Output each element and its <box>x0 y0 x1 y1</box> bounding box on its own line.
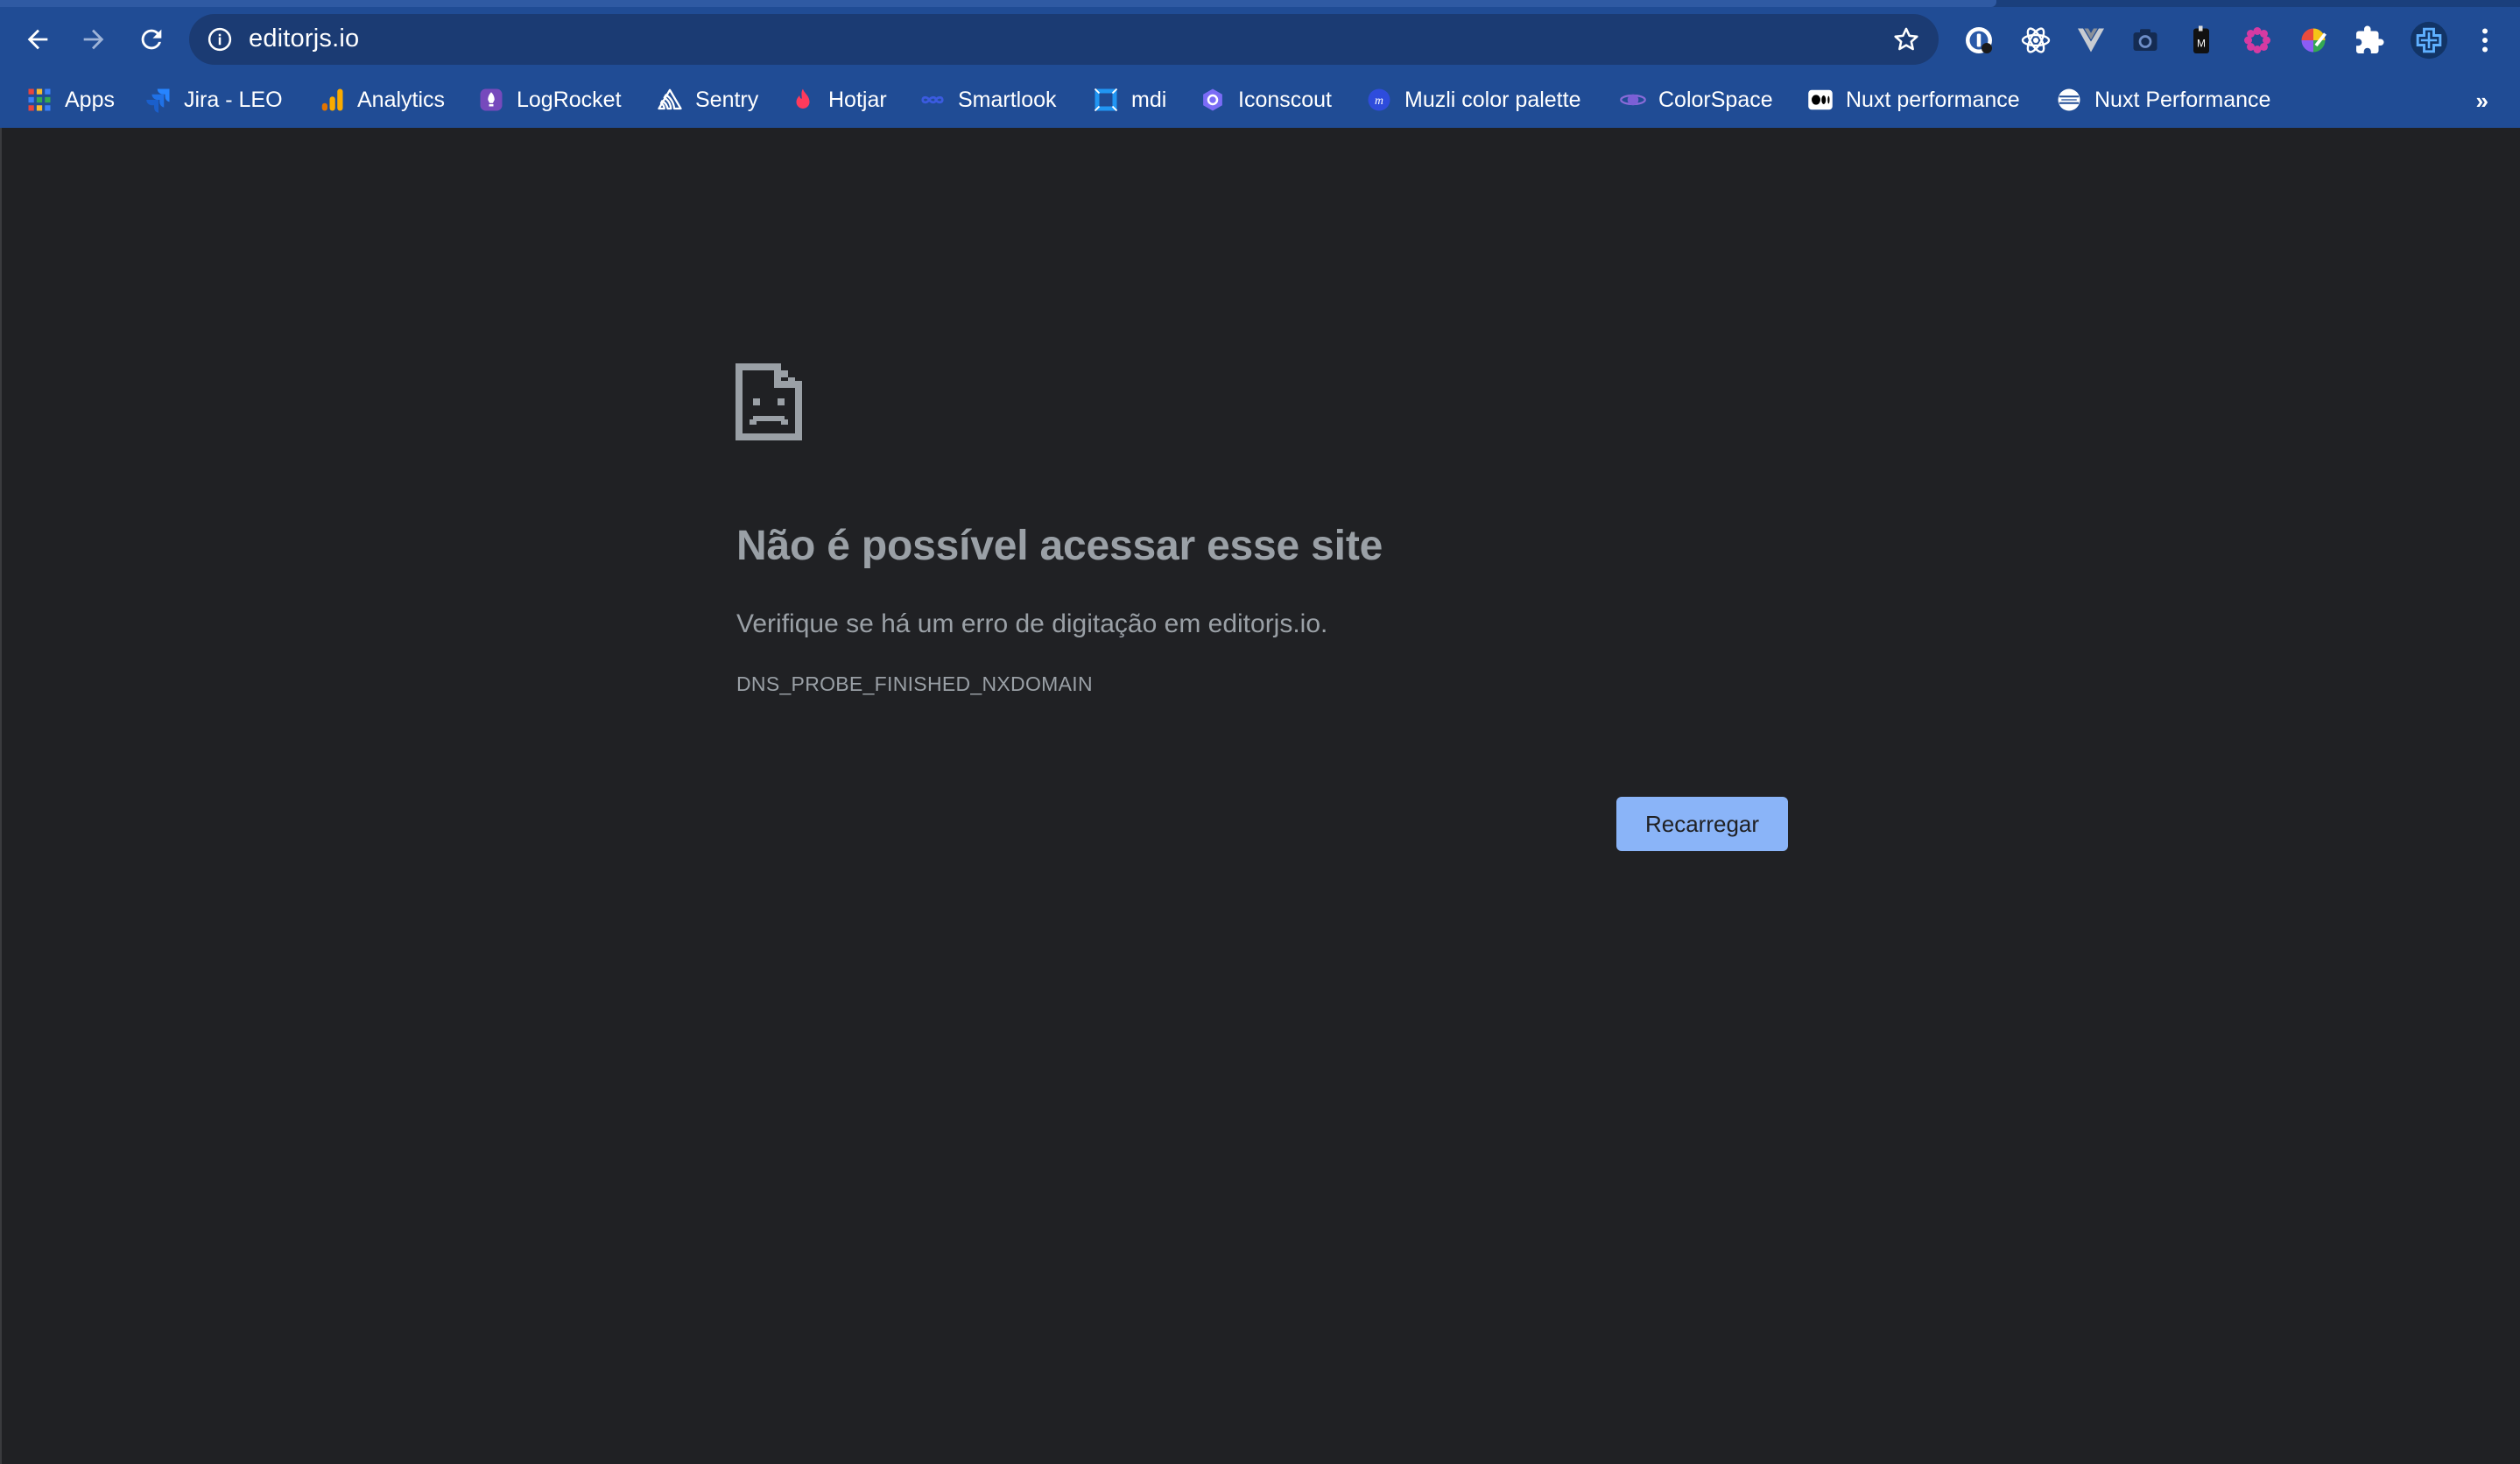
bookmark-label: ColorSpace <box>1658 87 1773 112</box>
bookmark-mdi[interactable]: mdi <box>1093 81 1166 119</box>
svg-text:m: m <box>1375 94 1383 107</box>
iconscout-icon <box>1200 87 1226 113</box>
1password-icon[interactable] <box>1961 23 1996 58</box>
globe-icon <box>2056 87 2082 113</box>
profile-icon[interactable] <box>2408 19 2450 61</box>
error-code: DNS_PROBE_FINISHED_NXDOMAIN <box>736 672 1093 695</box>
url-text[interactable]: editorjs.io <box>249 25 359 53</box>
sentry-icon <box>657 87 683 113</box>
bookmark-label: Analytics <box>357 87 446 112</box>
bookmarks-overflow-button[interactable]: » <box>2476 88 2488 115</box>
medium-icon <box>1807 87 1834 113</box>
bookmark-nuxt-performance-medium[interactable]: Nuxt performance <box>1807 81 2020 119</box>
mdi-icon <box>1093 87 1119 113</box>
vue-icon[interactable] <box>2073 23 2108 58</box>
bookmark-label: Hotjar <box>828 87 887 112</box>
reload-button[interactable] <box>130 18 173 61</box>
bookmark-sentry[interactable]: Sentry <box>657 81 758 119</box>
bookmark-star-icon[interactable] <box>1891 25 1921 54</box>
browser-toolbar: editorjs.io M <box>0 7 2520 72</box>
bookmark-apps[interactable]: Apps <box>26 81 115 119</box>
logrocket-icon <box>478 87 504 113</box>
color-picker-icon[interactable] <box>2296 23 2331 58</box>
bookmark-logrocket[interactable]: LogRocket <box>478 81 622 119</box>
bookmark-muzli[interactable]: m Muzli color palette <box>1366 81 1580 119</box>
analytics-icon <box>319 87 345 113</box>
hotjar-icon <box>790 87 816 113</box>
forward-arrow-icon <box>83 29 104 50</box>
bookmark-label: Iconscout <box>1238 87 1333 112</box>
bookmark-label: Jira - LEO <box>184 87 283 112</box>
bookmark-analytics[interactable]: Analytics <box>319 81 445 119</box>
apps-grid-icon <box>26 87 53 113</box>
smartlook-icon <box>919 87 946 113</box>
bookmarks-bar: Apps Jira - LEO Analytics LogRocket Sent… <box>0 72 2520 128</box>
back-arrow-icon <box>27 29 48 50</box>
bookmark-nuxt-performance-globe[interactable]: Nuxt Performance <box>2056 81 2270 119</box>
bookmark-smartlook[interactable]: Smartlook <box>919 81 1057 119</box>
sad-document-icon <box>736 363 802 440</box>
tab-strip <box>0 0 2520 7</box>
puzzle-icon[interactable] <box>2352 23 2387 58</box>
screenshot-icon[interactable] <box>2128 23 2163 58</box>
bookmark-label: LogRocket <box>517 87 622 112</box>
kebab-menu-icon[interactable] <box>2467 23 2502 58</box>
error-subtitle: Verifique se há um erro de digitação em … <box>736 609 1328 638</box>
muzli-icon: m <box>1366 87 1392 113</box>
settings-flower-icon[interactable] <box>2240 23 2275 58</box>
bookmark-label: Sentry <box>695 87 759 112</box>
address-bar[interactable]: editorjs.io <box>189 14 1939 65</box>
active-tab-edge[interactable] <box>0 0 1996 7</box>
bookmark-label: Nuxt performance <box>1846 87 2020 112</box>
mobile-icon[interactable]: M <box>2184 23 2219 58</box>
bookmark-hotjar[interactable]: Hotjar <box>790 81 887 119</box>
react-devtools-icon[interactable] <box>2018 23 2053 58</box>
svg-text:M: M <box>2197 38 2206 50</box>
bookmark-label: Muzli color palette <box>1404 87 1581 112</box>
bookmark-label: Apps <box>65 87 115 112</box>
colorspace-icon <box>1620 87 1646 113</box>
bookmark-iconscout[interactable]: Iconscout <box>1200 81 1332 119</box>
forward-button[interactable] <box>72 18 116 61</box>
bookmark-label: Nuxt Performance <box>2094 87 2271 112</box>
bookmark-colorspace[interactable]: ColorSpace <box>1620 81 1773 119</box>
info-icon[interactable] <box>207 26 233 53</box>
reload-icon <box>141 29 162 50</box>
reload-page-button[interactable]: Recarregar <box>1616 797 1788 851</box>
bookmark-label: Smartlook <box>958 87 1057 112</box>
browser-chrome: editorjs.io M Apps Jira - LEO Analytics … <box>0 0 2520 128</box>
error-title: Não é possível acessar esse site <box>736 523 1383 569</box>
back-button[interactable] <box>16 18 60 61</box>
jira-icon <box>145 87 172 113</box>
bookmark-jira-leo[interactable]: Jira - LEO <box>145 81 283 119</box>
bookmark-label: mdi <box>1131 87 1167 112</box>
error-page: Não é possível acessar esse site Verifiq… <box>0 128 2520 1464</box>
